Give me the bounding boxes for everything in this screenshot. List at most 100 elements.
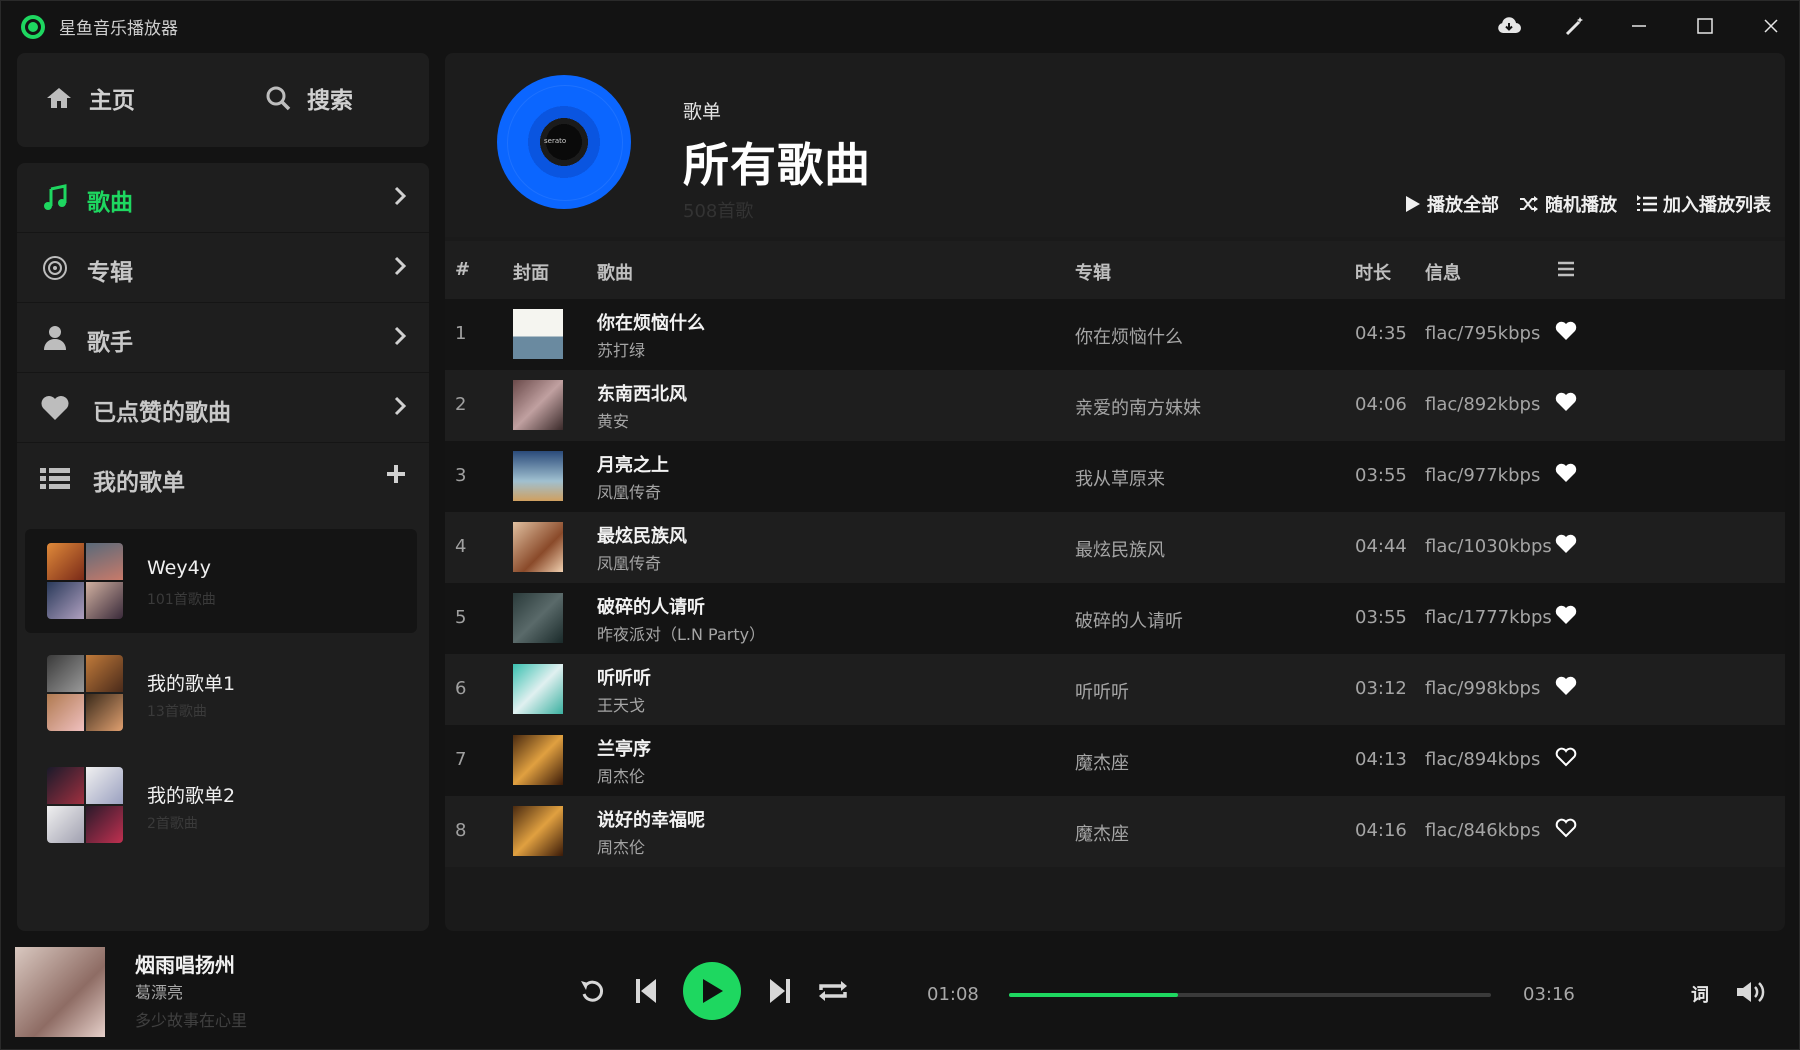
like-button[interactable] xyxy=(1555,605,1581,631)
row-index: 4 xyxy=(455,536,467,557)
cloud-download-icon[interactable] xyxy=(1489,9,1529,43)
sidebar-item-songs[interactable]: 歌曲 xyxy=(17,163,429,233)
queue-icon xyxy=(1637,195,1657,212)
home-label: 主页 xyxy=(89,88,135,114)
song-duration: 04:16 xyxy=(1355,820,1407,841)
row-index: 6 xyxy=(455,678,467,699)
playlist-cover xyxy=(47,655,123,731)
heart-icon xyxy=(39,393,71,423)
song-album[interactable]: 你在烦恼什么 xyxy=(1075,323,1183,349)
next-button[interactable] xyxy=(765,975,795,1007)
table-row[interactable]: 8 说好的幸福呢 周杰伦 魔杰座 04:16 flac/846kbps xyxy=(445,796,1785,867)
song-album[interactable]: 魔杰座 xyxy=(1075,749,1129,775)
song-cover xyxy=(513,735,563,785)
repeat-button[interactable] xyxy=(815,975,851,1007)
add-to-queue-button[interactable]: 加入播放列表 xyxy=(1637,191,1771,217)
playlist-item[interactable]: 我的歌单2 2首歌曲 xyxy=(25,753,417,857)
column-album[interactable]: 专辑 xyxy=(1075,259,1111,285)
row-index: 7 xyxy=(455,749,467,770)
song-album[interactable]: 我从草原来 xyxy=(1075,465,1165,491)
app-window: 星鱼音乐播放器 主页 搜索 歌曲 专辑 歌手 已点赞的歌曲 我的歌单 Wey4y… xyxy=(0,0,1800,1050)
minimize-icon[interactable] xyxy=(1619,9,1659,43)
song-duration: 04:13 xyxy=(1355,749,1407,770)
song-artist[interactable]: 凤凰传奇 xyxy=(597,550,661,574)
song-duration: 04:06 xyxy=(1355,394,1407,415)
replay-button[interactable] xyxy=(577,975,609,1007)
now-playing-artist[interactable]: 葛漂亮 xyxy=(135,979,183,1003)
progress-bar[interactable] xyxy=(1009,993,1491,997)
sidebar-item-artists[interactable]: 歌手 xyxy=(17,303,429,373)
now-playing-lyric: 多少故事在心里 xyxy=(135,1011,248,1030)
playlist-item[interactable]: 我的歌单1 13首歌曲 xyxy=(25,641,417,745)
chevron-right-icon xyxy=(393,185,407,211)
previous-button[interactable] xyxy=(631,975,661,1007)
table-row[interactable]: 2 东南西北风 黄安 亲爱的南方妹妹 04:06 flac/892kbps xyxy=(445,370,1785,441)
column-song[interactable]: 歌曲 xyxy=(597,259,633,285)
player-bar: 烟雨唱扬州 葛漂亮 多少故事在心里 01:08 03:16 词 xyxy=(1,931,1800,1050)
like-button[interactable] xyxy=(1555,321,1581,347)
song-cover xyxy=(513,451,563,501)
add-playlist-button[interactable] xyxy=(385,463,407,489)
disc-icon xyxy=(39,253,71,283)
column-duration[interactable]: 时长 xyxy=(1355,259,1391,285)
now-playing-title: 烟雨唱扬州 xyxy=(135,953,235,977)
table-row[interactable]: 7 兰亭序 周杰伦 魔杰座 04:13 flac/894kbps xyxy=(445,725,1785,796)
table-row[interactable]: 1 你在烦恼什么 苏打绿 你在烦恼什么 04:35 flac/795kbps xyxy=(445,299,1785,370)
shuffle-label: 随机播放 xyxy=(1545,195,1617,216)
like-button[interactable] xyxy=(1555,463,1581,489)
add-to-queue-label: 加入播放列表 xyxy=(1663,195,1771,216)
song-artist[interactable]: 周杰伦 xyxy=(597,763,645,787)
song-title: 你在烦恼什么 xyxy=(597,313,705,334)
song-info: flac/892kbps xyxy=(1425,394,1541,415)
play-all-button[interactable]: 播放全部 xyxy=(1405,191,1499,217)
volume-button[interactable] xyxy=(1735,977,1767,1007)
song-artist[interactable]: 凤凰传奇 xyxy=(597,479,661,503)
search-button[interactable]: 搜索 xyxy=(265,81,353,115)
song-album[interactable]: 破碎的人请听 xyxy=(1075,607,1183,633)
now-playing-cover[interactable] xyxy=(15,947,105,1037)
lyrics-button[interactable]: 词 xyxy=(1691,981,1709,1007)
sidebar-item-albums[interactable]: 专辑 xyxy=(17,233,429,303)
song-artist[interactable]: 王天戈 xyxy=(597,692,645,716)
maximize-icon[interactable] xyxy=(1685,9,1725,43)
table-row[interactable]: 5 破碎的人请听 昨夜派对（L.N Party） 破碎的人请听 03:55 flac/17… xyxy=(445,583,1785,654)
sidebar-item-liked-songs[interactable]: 已点赞的歌曲 xyxy=(17,373,429,443)
shuffle-icon xyxy=(1520,196,1538,212)
skip-next-icon xyxy=(770,979,790,1003)
menu-icon xyxy=(1558,261,1574,277)
song-info: flac/1777kbps xyxy=(1425,607,1552,628)
song-album[interactable]: 最炫民族风 xyxy=(1075,536,1165,562)
home-button[interactable]: 主页 xyxy=(45,81,135,115)
table-row[interactable]: 3 月亮之上 凤凰传奇 我从草原来 03:55 flac/977kbps xyxy=(445,441,1785,512)
heart-filled-icon xyxy=(1555,605,1577,624)
song-artist[interactable]: 昨夜派对（L.N Party） xyxy=(597,621,765,645)
like-button[interactable] xyxy=(1555,392,1581,418)
song-artist[interactable]: 周杰伦 xyxy=(597,834,645,858)
song-album[interactable]: 听听听 xyxy=(1075,678,1129,704)
song-album[interactable]: 魔杰座 xyxy=(1075,820,1129,846)
main-panel: serato 歌单 所有歌曲 508首歌 播放全部 随机播放 加入播放列表 # … xyxy=(445,53,1785,931)
like-button[interactable] xyxy=(1555,818,1581,844)
playlist-name: 我的歌单1 xyxy=(147,673,236,695)
app-logo-icon xyxy=(21,15,45,39)
play-icon xyxy=(1406,196,1420,212)
play-button[interactable] xyxy=(683,962,741,1020)
song-artist[interactable]: 苏打绿 xyxy=(597,337,645,361)
like-button[interactable] xyxy=(1555,534,1581,560)
like-button[interactable] xyxy=(1555,676,1581,702)
song-album[interactable]: 亲爱的南方妹妹 xyxy=(1075,394,1201,420)
progress-fill xyxy=(1009,993,1178,997)
song-info: flac/894kbps xyxy=(1425,749,1541,770)
like-button[interactable] xyxy=(1555,747,1581,773)
song-artist[interactable]: 黄安 xyxy=(597,408,629,432)
magic-wand-icon[interactable] xyxy=(1555,9,1595,43)
column-menu-button[interactable] xyxy=(1557,261,1575,282)
total-time: 03:16 xyxy=(1523,984,1575,1005)
playlist-item[interactable]: Wey4y 101首歌曲 xyxy=(25,529,417,633)
shuffle-button[interactable]: 随机播放 xyxy=(1519,191,1617,217)
table-row[interactable]: 6 听听听 王天戈 听听听 03:12 flac/998kbps xyxy=(445,654,1785,725)
close-icon[interactable] xyxy=(1751,9,1791,43)
table-row[interactable]: 4 最炫民族风 凤凰传奇 最炫民族风 04:44 flac/1030kbps xyxy=(445,512,1785,583)
playlist-name: Wey4y xyxy=(147,557,211,579)
music-note-icon xyxy=(39,183,71,213)
